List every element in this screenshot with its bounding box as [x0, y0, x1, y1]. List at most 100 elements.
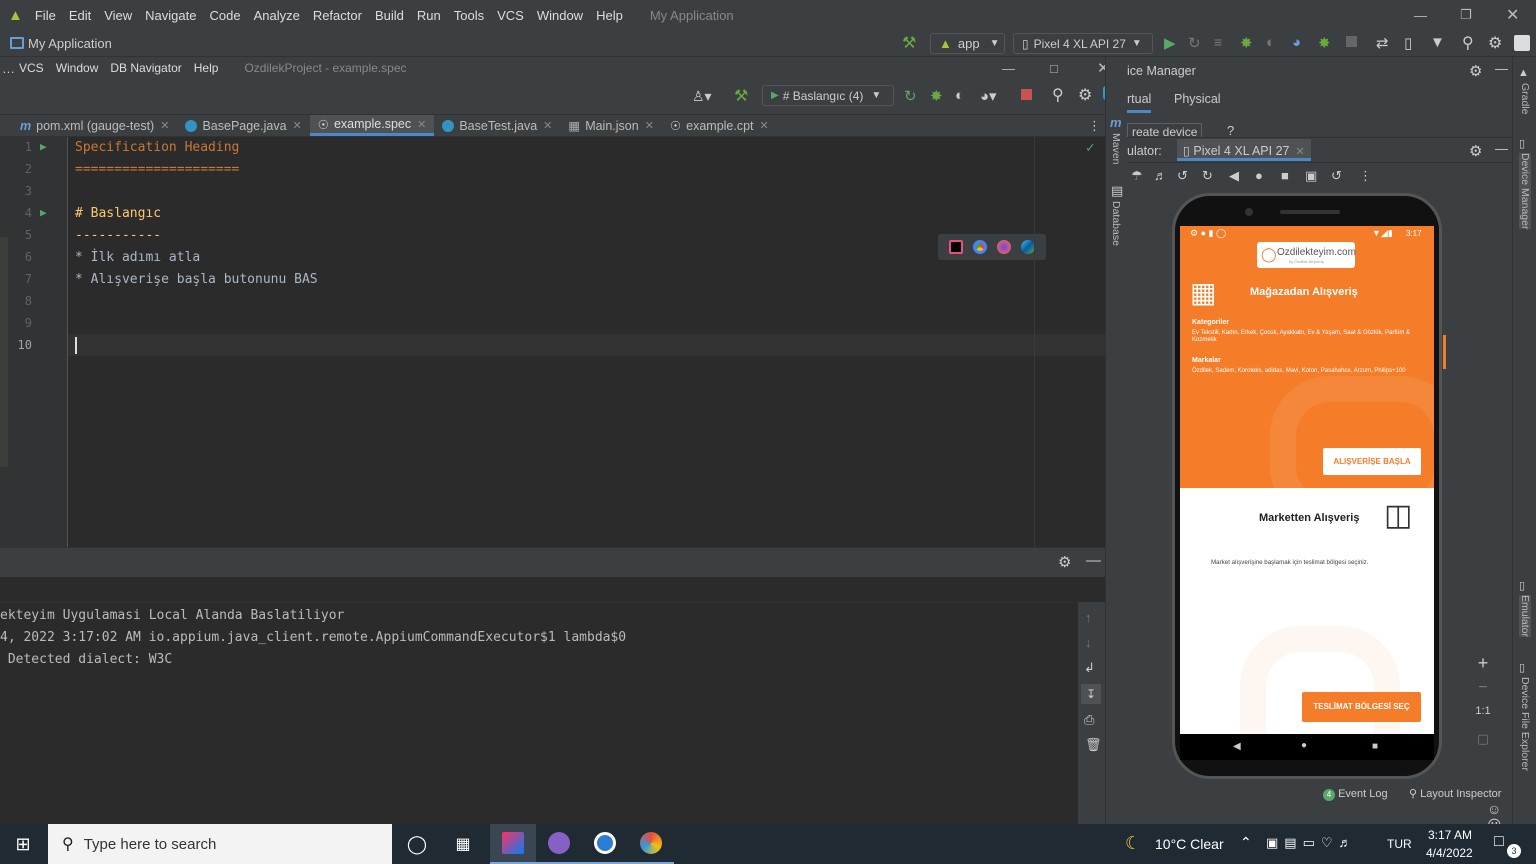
minimize-button-2[interactable]: —	[1002, 61, 1015, 76]
tab-pom-xml[interactable]: m pom.xml (gauge-test) ✕	[0, 115, 177, 136]
emulator-tool-icon[interactable]: ▯	[1519, 579, 1525, 592]
tab-physical[interactable]: Physical	[1174, 92, 1221, 106]
home-icon[interactable]: ●	[1255, 168, 1263, 183]
back-icon[interactable]: ◀	[1229, 168, 1239, 184]
weather-text[interactable]: 10°C Clear	[1155, 836, 1224, 852]
close-icon[interactable]: ✕	[417, 118, 426, 131]
menu-help-2[interactable]: Help	[194, 61, 219, 75]
menu-run[interactable]: Run	[417, 8, 441, 23]
clock-time[interactable]: 3:17 AM	[1428, 828, 1472, 842]
menu-vcs[interactable]: VCS	[497, 8, 524, 23]
rerun-icon[interactable]: ↻	[1188, 34, 1201, 52]
zoom-in-button[interactable]: +	[1469, 653, 1497, 679]
coverage-icon[interactable]: ◐	[1266, 34, 1275, 51]
notification-icon[interactable]: □	[1494, 833, 1504, 851]
sync-icon[interactable]: ⇄	[1376, 34, 1389, 52]
print-icon[interactable]: ⎙	[1084, 712, 1094, 728]
menu-analyze[interactable]: Analyze	[254, 8, 300, 23]
device-select[interactable]: ▯ Pixel 4 XL API 27 ▼	[1013, 33, 1153, 54]
overview-icon[interactable]: ■	[1281, 168, 1289, 183]
start-button[interactable]: ⊞	[0, 824, 46, 864]
tab-main-json[interactable]: ▦ Main.json ✕	[560, 115, 662, 136]
database-icon[interactable]: ▤	[1111, 183, 1123, 199]
zoom-fit-icon[interactable]: ▢	[1469, 731, 1497, 747]
tab-basepage-java[interactable]: BasePage.java ✕	[177, 115, 309, 136]
task-view-button[interactable]: ▦	[440, 824, 486, 864]
emulator-tab[interactable]: ▯ Pixel 4 XL API 27 ✕	[1177, 139, 1311, 161]
search-icon-2[interactable]: ⚲	[1052, 85, 1064, 105]
menu-window[interactable]: Window	[537, 8, 583, 23]
emulator-screen[interactable]: ⚙ ● ▮ ◯ ▼◢▮ 3:17 ◯ Ozdilekteyim.com by Ö…	[1180, 226, 1434, 760]
avatar[interactable]	[1514, 35, 1530, 51]
edge-icon[interactable]	[1021, 240, 1035, 254]
tray-icons[interactable]: ▣▤▭♡♬	[1266, 835, 1358, 851]
arrow-up-icon[interactable]: ↑	[1085, 610, 1092, 625]
close-icon[interactable]: ✕	[293, 119, 302, 132]
rotate-left-icon[interactable]: ↺	[1177, 168, 1188, 184]
profile-icon[interactable]: ◕	[1292, 34, 1301, 51]
gear-icon-5[interactable]: ⚙	[1469, 142, 1482, 160]
menu-navigate[interactable]: Navigate	[145, 8, 196, 23]
more-tabs-icon[interactable]: ⋮	[1088, 118, 1101, 134]
device-manager-icon[interactable]: ▯	[1404, 34, 1412, 52]
user-icon[interactable]: ♙▾	[692, 88, 712, 105]
gradle-tool-button[interactable]: Gradle	[1519, 83, 1531, 115]
menu-vcs-2[interactable]: VCS	[19, 61, 44, 75]
visual-studio-taskbar-app[interactable]	[536, 824, 582, 864]
device-manager-tool-button[interactable]: Device Manager	[1519, 153, 1531, 230]
run-scenario-icon[interactable]: ▶	[40, 206, 47, 219]
menu-build[interactable]: Build	[375, 8, 404, 23]
taskbar-search-box[interactable]: ⚲ Type here to search	[48, 824, 392, 864]
minimize-button[interactable]: —	[1414, 8, 1427, 23]
snapshot-icon[interactable]: ↺	[1331, 168, 1342, 184]
maven-tool-button[interactable]: Maven	[1110, 133, 1122, 165]
close-icon[interactable]: ✕	[543, 119, 552, 132]
word-taskbar-app[interactable]	[582, 824, 628, 864]
tab-basetest-java[interactable]: BaseTest.java ✕	[434, 115, 560, 136]
maven-icon[interactable]: m	[1110, 115, 1122, 130]
stop-icon-2[interactable]	[1021, 89, 1032, 100]
hide-panel-icon[interactable]: —	[1086, 552, 1101, 569]
run-icon[interactable]: ▶	[1164, 34, 1176, 52]
profile-icon-2[interactable]: ◕▾	[980, 87, 997, 105]
run-config-select[interactable]: ▲ app ▼	[930, 33, 1005, 54]
hide-panel-icon-2[interactable]: —	[1495, 61, 1508, 76]
layout-inspector-button[interactable]: ⚲ Layout Inspector	[1409, 787, 1501, 800]
menu-refactor[interactable]: Refactor	[313, 8, 362, 23]
maximize-button-2[interactable]: □	[1050, 61, 1058, 76]
language-indicator[interactable]: TUR	[1387, 837, 1412, 851]
gear-icon-3[interactable]: ⚙	[1058, 553, 1071, 571]
run-spec-icon[interactable]: ▶	[40, 140, 47, 153]
more-icon[interactable]: ⋮	[1359, 168, 1372, 184]
code-editor[interactable]: 1 2 3 4 5 6 7 8 9 10 ▶ ▶ Specification H…	[0, 137, 1105, 547]
rotate-right-icon[interactable]: ↻	[1202, 168, 1213, 184]
arrow-down-icon[interactable]: ↓	[1085, 635, 1092, 650]
coverage-icon-2[interactable]: ◐	[955, 87, 964, 104]
menu-code[interactable]: Code	[209, 8, 240, 23]
debug-icon-2[interactable]: ✸	[930, 87, 943, 105]
hammer-icon-2[interactable]: ⚒	[734, 86, 748, 106]
project-label[interactable]: My Application	[28, 36, 112, 51]
menu-window-2[interactable]: Window	[56, 61, 99, 75]
paint-taskbar-app[interactable]	[628, 824, 674, 864]
nav-recents-icon[interactable]: ■	[1372, 741, 1378, 752]
tab-example-cpt[interactable]: ☉ example.cpt ✕	[662, 115, 777, 136]
apply-changes-icon[interactable]: ≡	[1214, 34, 1222, 50]
nav-back-icon[interactable]: ◀	[1233, 741, 1241, 752]
close-icon[interactable]: ✕	[760, 119, 769, 132]
menu-tools[interactable]: Tools	[454, 8, 484, 23]
emulator-tool-button[interactable]: Emulator	[1519, 595, 1531, 638]
volume-up-icon[interactable]: ☂	[1131, 168, 1143, 184]
file-explorer-tool-icon[interactable]: ▯	[1519, 661, 1525, 674]
firefox-icon[interactable]	[997, 240, 1011, 254]
hammer-icon[interactable]: ⚒	[902, 33, 916, 53]
close-icon[interactable]: ✕	[1295, 146, 1304, 158]
close-button[interactable]: ✕	[1506, 5, 1519, 25]
clock-date[interactable]: 4/4/2022	[1426, 846, 1473, 860]
menu-help[interactable]: Help	[596, 8, 623, 23]
attach-debugger-icon[interactable]: ✸	[1318, 34, 1331, 52]
zoom-actual-button[interactable]: 1:1	[1469, 705, 1497, 731]
start-shopping-button[interactable]: ALIŞVERİŞE BAŞLA	[1323, 448, 1421, 475]
delivery-region-button[interactable]: TESLİMAT BÖLGESİ SEÇ	[1302, 692, 1421, 722]
create-device-button[interactable]: reate device	[1127, 123, 1203, 137]
